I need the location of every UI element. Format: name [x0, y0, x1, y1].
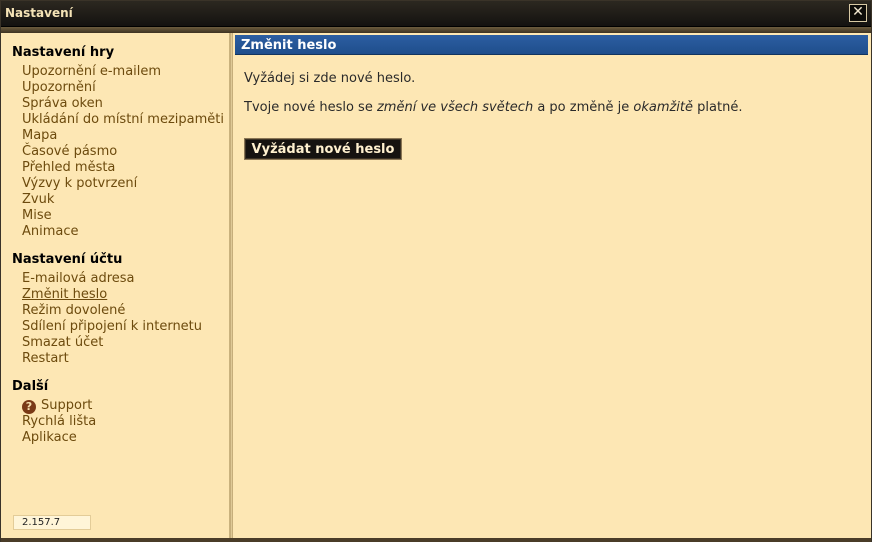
- sidebar-item-confirmations[interactable]: Výzvy k potvrzení: [22, 176, 137, 191]
- sidebar-item-timezone[interactable]: Časové pásmo: [22, 144, 117, 159]
- sidebar-item-support[interactable]: ? Support: [22, 398, 92, 414]
- sidebar-item-email-notifications[interactable]: Upozornění e-mailem: [22, 64, 161, 79]
- info-text-part3: platné.: [693, 100, 743, 115]
- sidebar-item-restart[interactable]: Restart: [22, 351, 69, 366]
- sidebar-item-change-password[interactable]: Změnit heslo: [22, 287, 107, 302]
- sidebar-item-missions[interactable]: Mise: [22, 208, 52, 223]
- close-icon[interactable]: ✕: [849, 4, 867, 22]
- window-title: Nastavení: [5, 6, 73, 20]
- sidebar-item-quick-bar[interactable]: Rychlá lišta: [22, 414, 96, 429]
- content-title: Změnit heslo: [241, 38, 337, 53]
- sidebar-item-sound[interactable]: Zvuk: [22, 192, 54, 207]
- sidebar-item-map[interactable]: Mapa: [22, 128, 57, 143]
- settings-window: Nastavení ✕ Nastavení hry Upozornění e-m…: [0, 0, 872, 542]
- sidebar-item-local-cache[interactable]: Ukládání do místní mezipaměti: [22, 112, 224, 127]
- section-title-account-settings: Nastavení účtu: [12, 252, 123, 267]
- version-label: 2.157.7: [13, 515, 91, 530]
- info-text-emphasis1: změní ve všech světech: [376, 100, 534, 115]
- sidebar-item-support-label: Support: [41, 398, 93, 413]
- question-circle-icon: ?: [22, 400, 36, 414]
- content-panel: Změnit heslo Vyžádej si zde nové heslo. …: [233, 33, 871, 538]
- sidebar-item-vacation-mode[interactable]: Režim dovolené: [22, 303, 125, 318]
- window-frame-bottom: [1, 538, 871, 542]
- section-title-game-settings: Nastavení hry: [12, 45, 115, 60]
- sidebar-item-applications[interactable]: Aplikace: [22, 430, 77, 445]
- info-text-part2: a po změně je: [533, 100, 634, 115]
- title-bar: Nastavení ✕: [1, 1, 871, 27]
- sidebar-item-connection-sharing[interactable]: Sdílení připojení k internetu: [22, 319, 202, 334]
- sidebar-item-notifications[interactable]: Upozornění: [22, 80, 96, 95]
- request-new-password-button[interactable]: Vyžádat nové heslo: [244, 138, 402, 160]
- sidebar-item-window-management[interactable]: Správa oken: [22, 96, 103, 111]
- info-text-part1: Tvoje nové heslo se: [244, 100, 377, 115]
- sidebar-item-email-address[interactable]: E-mailová adresa: [22, 271, 135, 286]
- settings-sidebar: Nastavení hry Upozornění e-mailem Upozor…: [3, 33, 230, 538]
- instruction-text: Vyžádej si zde nové heslo.: [244, 71, 416, 86]
- sidebar-item-delete-account[interactable]: Smazat účet: [22, 335, 103, 350]
- info-text-emphasis2: okamžitě: [633, 100, 694, 115]
- sidebar-item-city-overview[interactable]: Přehled města: [22, 160, 115, 175]
- content-header: Změnit heslo: [235, 35, 868, 55]
- info-text: Tvoje nové heslo se změní ve všech světe…: [244, 100, 742, 115]
- sidebar-item-animations[interactable]: Animace: [22, 224, 79, 239]
- section-title-other: Další: [12, 379, 49, 394]
